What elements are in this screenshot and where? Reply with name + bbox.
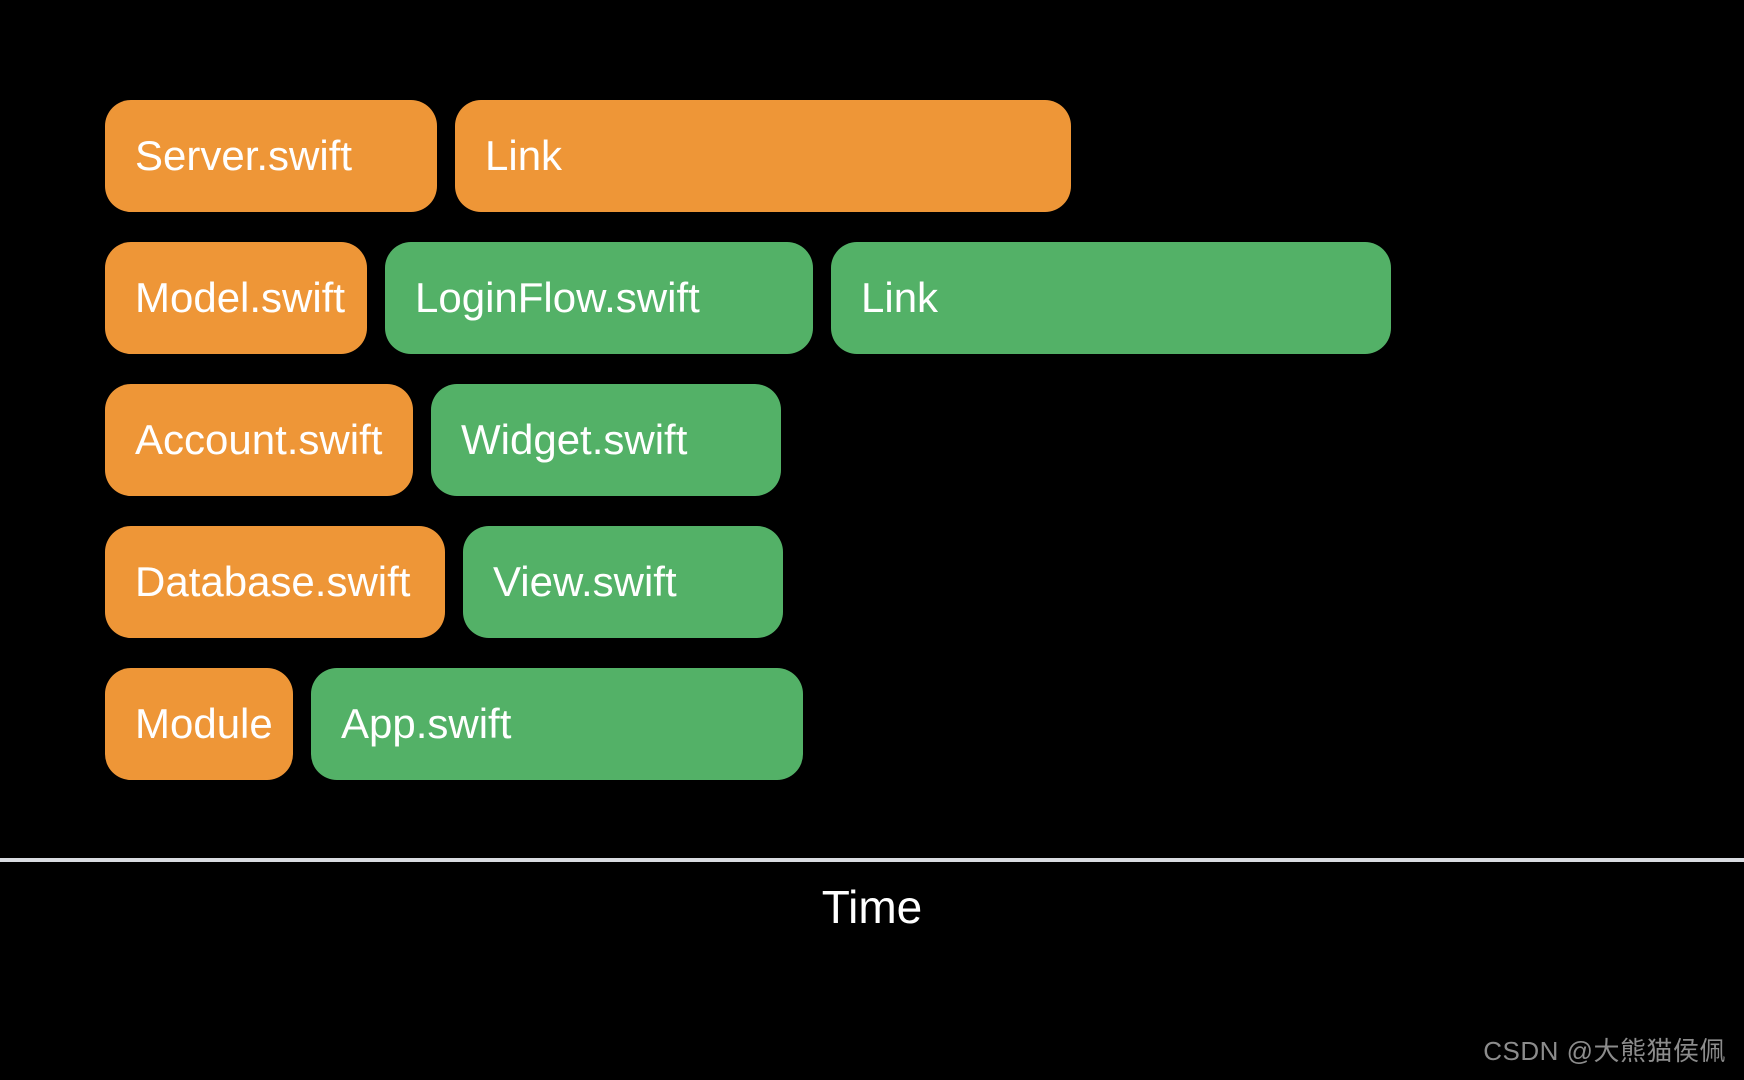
- task-block: View.swift: [463, 526, 783, 638]
- task-block: App.swift: [311, 668, 803, 780]
- task-label: App.swift: [341, 700, 511, 748]
- task-label: Module: [135, 700, 273, 748]
- watermark: CSDN @大熊猫侯佩: [1483, 1031, 1726, 1068]
- task-block: Server.swift: [105, 100, 437, 212]
- timeline-row: Server.swift Link: [105, 100, 1391, 212]
- task-label: Database.swift: [135, 558, 410, 606]
- task-block: Widget.swift: [431, 384, 781, 496]
- task-label: Widget.swift: [461, 416, 687, 464]
- task-label: Server.swift: [135, 132, 352, 180]
- timeline-row: Module App.swift: [105, 668, 1391, 780]
- time-axis-line: [0, 858, 1744, 862]
- task-block: Database.swift: [105, 526, 445, 638]
- timeline-rows: Server.swift Link Model.swift LoginFlow.…: [105, 100, 1391, 810]
- timeline-row: Model.swift LoginFlow.swift Link: [105, 242, 1391, 354]
- task-block: Model.swift: [105, 242, 367, 354]
- task-block: Link: [455, 100, 1071, 212]
- timeline-row: Database.swift View.swift: [105, 526, 1391, 638]
- task-label: Link: [861, 274, 938, 322]
- timeline-row: Account.swift Widget.swift: [105, 384, 1391, 496]
- task-block: Link: [831, 242, 1391, 354]
- task-label: View.swift: [493, 558, 677, 606]
- time-axis-label: Time: [0, 880, 1744, 934]
- task-label: Model.swift: [135, 274, 345, 322]
- task-label: Account.swift: [135, 416, 382, 464]
- task-label: LoginFlow.swift: [415, 274, 700, 322]
- task-label: Link: [485, 132, 562, 180]
- task-block: LoginFlow.swift: [385, 242, 813, 354]
- task-block: Module: [105, 668, 293, 780]
- task-block: Account.swift: [105, 384, 413, 496]
